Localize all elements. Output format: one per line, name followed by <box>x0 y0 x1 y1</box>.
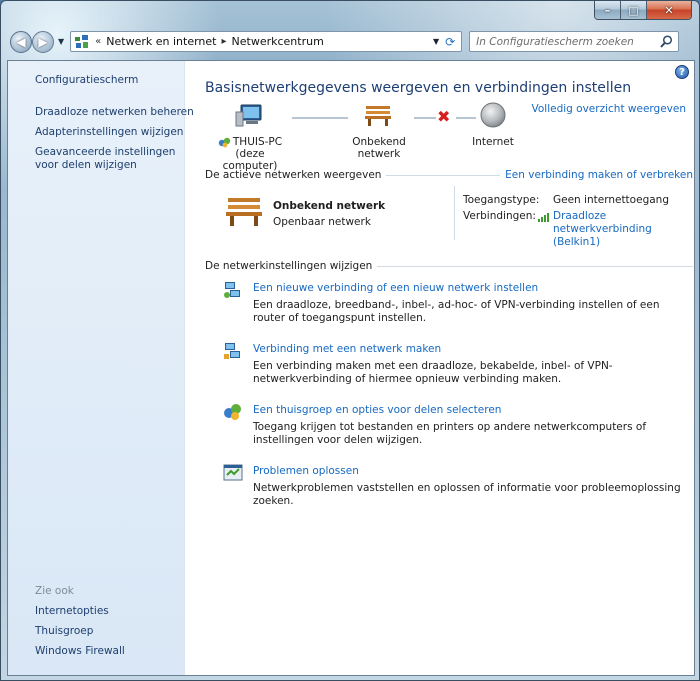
sidebar-home[interactable]: Configuratiescherm <box>35 74 138 87</box>
globe-icon[interactable] <box>478 101 508 132</box>
address-bar[interactable]: « Netwerk en internet ▸ Netwerkcentrum ▼… <box>70 31 463 52</box>
task-new-connection-desc: Een draadloze, breedband-, inbel-, ad-ho… <box>253 299 660 324</box>
help-icon[interactable]: ? <box>675 65 689 79</box>
sidebar-item-wireless-networks[interactable]: Draadloze netwerken beheren <box>35 106 194 119</box>
network-bench-icon[interactable] <box>224 194 264 231</box>
map-network-label: Onbekend netwerk <box>352 136 406 160</box>
task-connect-network-desc: Een verbinding maken met een draadloze, … <box>253 360 613 385</box>
no-connection-icon: ✖ <box>437 107 451 126</box>
back-arrow-icon: ◀ <box>16 34 26 49</box>
back-button[interactable]: ◀ <box>10 30 32 53</box>
breadcrumb-separator[interactable]: ▸ <box>221 36 226 47</box>
task-new-connection-link[interactable]: Een nieuwe verbinding of een nieuw netwe… <box>253 282 538 294</box>
see-also-homegroup[interactable]: Thuisgroep <box>35 625 93 638</box>
control-panel-icon <box>74 34 90 50</box>
see-also-internet-options[interactable]: Internetopties <box>35 605 109 618</box>
homegroup-icon <box>218 137 231 148</box>
breadcrumb-overflow[interactable]: « <box>95 36 101 47</box>
task-troubleshoot-desc: Netwerkproblemen vaststellen en oplossen… <box>253 482 681 507</box>
access-type-label: Toegangstype: <box>463 194 540 206</box>
active-networks-header: De actieve netwerken weergeven Een verbi… <box>205 169 693 181</box>
active-networks-heading: De actieve netwerken weergeven <box>205 169 382 181</box>
page-title: Basisnetwerkgegevens weergeven en verbin… <box>205 80 632 96</box>
section-divider <box>386 174 501 176</box>
connect-network-icon <box>223 341 243 361</box>
connections-label: Verbindingen: <box>463 210 536 222</box>
task-homegroup-desc: Toegang krijgen tot bestanden en printer… <box>253 421 647 446</box>
section-divider <box>377 265 693 267</box>
wireless-connection-link[interactable]: Draadloze netwerkverbinding (Belkin1) <box>553 210 687 249</box>
window-frame: – □ ✕ ◀ ▶ ▼ « Netwerk en internet ▸ Netw… <box>0 0 700 681</box>
computer-label: THUIS-PC (deze computer) <box>212 136 288 172</box>
refresh-icon[interactable]: ⟳ <box>441 33 459 50</box>
troubleshoot-icon <box>223 463 243 483</box>
main-panel: ? Basisnetwerkgegevens weergeven en verb… <box>186 61 694 675</box>
address-dropdown[interactable]: ▼ <box>433 37 439 46</box>
homegroup-icon <box>223 402 243 422</box>
access-type-value: Geen internettoegang <box>553 194 669 206</box>
close-button[interactable]: ✕ <box>647 1 691 19</box>
task-connect-network-link[interactable]: Verbinding met een netwerk maken <box>253 343 441 355</box>
task-homegroup-link[interactable]: Een thuisgroep en opties voor delen sele… <box>253 404 501 416</box>
caption-buttons: – □ ✕ <box>594 1 692 20</box>
map-connector <box>292 117 348 119</box>
sidebar-item-adapter-settings[interactable]: Adapterinstellingen wijzigen <box>35 126 183 139</box>
forward-arrow-icon: ▶ <box>38 34 48 49</box>
network-setup-icon <box>223 280 243 300</box>
recent-pages-dropdown[interactable]: ▼ <box>58 37 64 46</box>
sidebar-item-advanced-sharing[interactable]: Geavanceerde instellingen voor delen wij… <box>35 146 185 172</box>
map-connector-broken-right <box>456 117 476 119</box>
breadcrumb-network-internet[interactable]: Netwerk en internet <box>106 35 216 48</box>
bench-icon[interactable] <box>362 103 394 130</box>
map-connector-broken-left <box>414 117 436 119</box>
see-also-windows-firewall[interactable]: Windows Firewall <box>35 645 125 658</box>
see-also-heading: Zie ook <box>35 585 74 597</box>
change-settings-heading: De netwerkinstellingen wijzigen <box>205 260 373 272</box>
computer-name: THUIS-PC <box>232 136 283 148</box>
task-troubleshoot-link[interactable]: Problemen oplossen <box>253 465 359 477</box>
search-icon[interactable] <box>660 35 673 51</box>
client-area: Configuratiescherm Draadloze netwerken b… <box>7 60 695 676</box>
details-divider <box>454 186 455 240</box>
full-map-link[interactable]: Volledig overzicht weergeven <box>532 103 687 115</box>
maximize-button[interactable]: □ <box>621 1 647 19</box>
map-internet-label: Internet <box>472 136 514 148</box>
search-box[interactable] <box>469 31 680 52</box>
sidebar: Configuratiescherm Draadloze netwerken b… <box>8 61 194 675</box>
active-network-name: Onbekend netwerk <box>273 200 386 212</box>
wifi-signal-icon <box>538 212 550 225</box>
search-input[interactable] <box>476 32 657 51</box>
minimize-button[interactable]: – <box>595 1 621 19</box>
forward-button[interactable]: ▶ <box>32 30 54 53</box>
change-settings-header: De netwerkinstellingen wijzigen <box>205 260 693 272</box>
breadcrumb-network-center[interactable]: Netwerkcentrum <box>232 35 324 48</box>
network-type-link[interactable]: Openbaar netwerk <box>273 216 371 228</box>
navigation-bar: ◀ ▶ ▼ « Netwerk en internet ▸ Netwerkcen… <box>7 28 695 55</box>
connect-disconnect-link[interactable]: Een verbinding maken of verbreken <box>505 169 693 181</box>
computer-icon[interactable] <box>232 103 268 132</box>
